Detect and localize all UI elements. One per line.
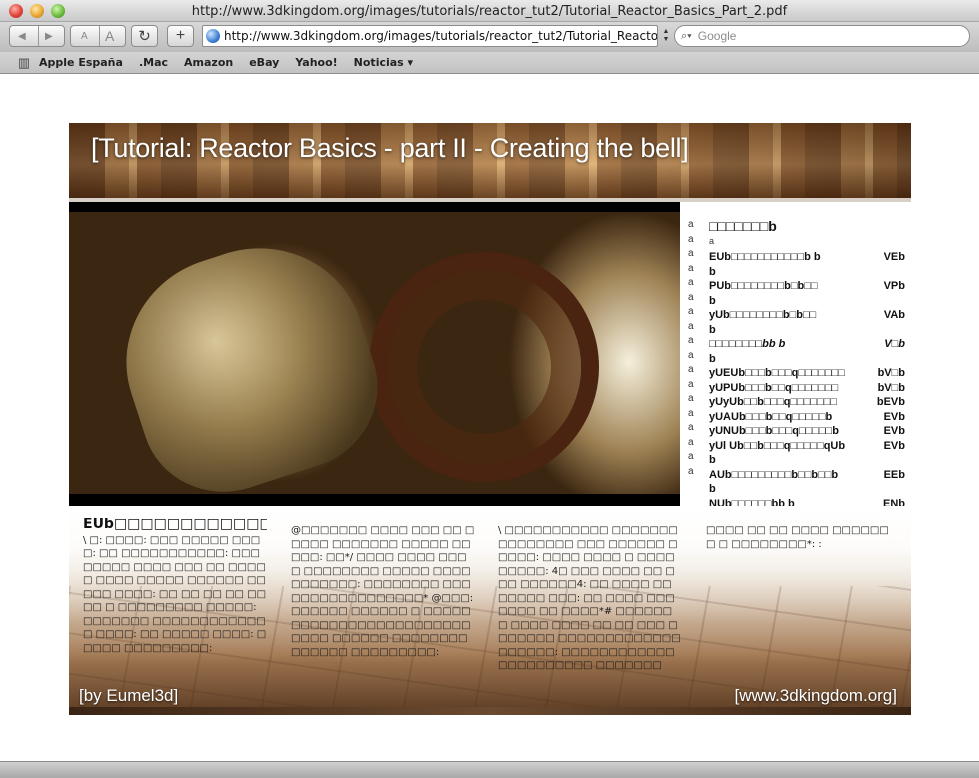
- column-text: @□□□□□□□ □□□□ □□□ □□ □□□□□ □□□□□□□ □□□□□…: [291, 525, 475, 658]
- toc-row[interactable]: □□□□□□□□bb b V□b: [709, 337, 905, 352]
- wheel-shape: [369, 252, 599, 482]
- toc-row[interactable]: yUAUb□□□b□□q□□□□□b EVb: [709, 410, 905, 425]
- column-text: \ □□□□□□□□□□□ □□□□□□□□□□□□□□□ □□□ □□□□□□…: [498, 525, 681, 671]
- text-column-3: \ □□□□□□□□□□□ □□□□□□□□□□□□□□□ □□□ □□□□□□…: [498, 524, 682, 673]
- add-bookmark-button[interactable]: +: [167, 25, 194, 47]
- address-input[interactable]: http://www.3dkingdom.org/images/tutorial…: [224, 29, 657, 43]
- toc-row[interactable]: yUb□□□□□□□□b□b□□ VAb: [709, 308, 905, 323]
- search-field[interactable]: ⌕▾ Google: [674, 25, 970, 47]
- toc-row[interactable]: yUyUb□□b□□□q□□□□□□□ bEVb: [709, 395, 905, 410]
- table-of-contents: a a a a a a a a a a a a a a a a a a □□□□…: [680, 202, 911, 510]
- window-titlebar: http://www.3dkingdom.org/images/tutorial…: [0, 0, 979, 22]
- bookmark-yahoo[interactable]: Yahoo!: [295, 56, 337, 69]
- toc-row[interactable]: b: [709, 482, 905, 497]
- toc-row[interactable]: b: [709, 453, 905, 468]
- toc-row[interactable]: b: [709, 265, 905, 280]
- toc-row[interactable]: yUEUb□□□b□□□q□□□□□□□ bV□b: [709, 366, 905, 381]
- toc-row[interactable]: AUb□□□□□□□□□b□□b□□b EEb: [709, 468, 905, 483]
- back-button[interactable]: ◀: [18, 31, 26, 42]
- search-icon[interactable]: ⌕▾: [681, 30, 692, 43]
- bookmark-noticias-menu[interactable]: Noticias ▾: [354, 56, 413, 69]
- forward-button[interactable]: ▶: [45, 31, 53, 42]
- column-text: □□□□ □□ □□ □□□□ □□□□□□□ □ □□□□□□□□*: :: [706, 525, 889, 550]
- toc-list: EUb□□□□□□□□□□□b b VEb b PUb□□□□□□□□b□b□□ V…: [709, 250, 905, 511]
- column-text: \ □: □□□□: □□□ □□□□□ □□□□: □□ □□□□□□□□□□…: [83, 534, 267, 654]
- toc-row[interactable]: b: [709, 323, 905, 338]
- address-dropdown-icon[interactable]: ▲ ▼: [661, 28, 671, 44]
- text-column-2: @□□□□□□□ □□□□ □□□ □□ □□□□□ □□□□□□□ □□□□□…: [291, 524, 475, 659]
- bookmarks-bar: ▥ Apple España .Mac Amazon eBay Yahoo! N…: [0, 52, 979, 74]
- section-heading: EUb□□□□□□□□□□□□b: [83, 518, 267, 532]
- toc-row[interactable]: PUb□□□□□□□□b□b□□ VPb: [709, 279, 905, 294]
- window-title: http://www.3dkingdom.org/images/tutorial…: [191, 4, 788, 19]
- browser-toolbar: ◀ ▶ A A ↻ + http://www.3dkingdom.org/ima…: [0, 22, 979, 52]
- text-bigger-button[interactable]: A: [105, 28, 114, 44]
- pdf-page: [Tutorial: Reactor Basics - part II - Cr…: [69, 123, 911, 715]
- bell-render-image: [69, 202, 680, 514]
- bookmarks-book-icon[interactable]: ▥: [9, 55, 39, 71]
- toc-row[interactable]: b: [709, 352, 905, 367]
- body-section: EUb□□□□□□□□□□□□b \ □: □□□□: □□□ □□□□□ □□…: [69, 506, 911, 715]
- reload-button[interactable]: ↻: [131, 25, 158, 47]
- text-column-4: □□□□ □□ □□ □□□□ □□□□□□□ □ □□□□□□□□*: :: [706, 524, 890, 551]
- toc-sub: a: [709, 236, 715, 246]
- bookmark-apple-espana[interactable]: Apple España: [39, 56, 123, 69]
- globe-icon: [206, 29, 220, 43]
- text-smaller-button[interactable]: A: [81, 31, 88, 42]
- address-bar[interactable]: http://www.3dkingdom.org/images/tutorial…: [202, 25, 658, 47]
- author-credit: [by Eumel3d]: [79, 686, 179, 705]
- toc-row[interactable]: b: [709, 294, 905, 309]
- bookmark-amazon[interactable]: Amazon: [184, 56, 233, 69]
- toc-row[interactable]: EUb□□□□□□□□□□□b b VEb: [709, 250, 905, 265]
- tutorial-title: [Tutorial: Reactor Basics - part II - Cr…: [91, 133, 689, 163]
- toc-row[interactable]: yUl Ub□□b□□□q□□□□□qUb EVb: [709, 439, 905, 454]
- text-size-control: A A: [70, 25, 126, 47]
- toc-heading: □□□□□□□b: [709, 218, 777, 234]
- search-placeholder[interactable]: Google: [698, 29, 737, 43]
- window-bottom-bar: [0, 761, 979, 778]
- text-column-1: EUb□□□□□□□□□□□□b \ □: □□□□: □□□ □□□□□ □□…: [83, 518, 267, 655]
- bell-shape: [99, 220, 399, 514]
- toc-row[interactable]: yUNUb□□□b□□□q□□□□□b EVb: [709, 424, 905, 439]
- website-credit: [www.3dkingdom.org]: [734, 686, 897, 705]
- bookmark-mac[interactable]: .Mac: [139, 56, 168, 69]
- toc-markers: a a a a a a a a a a a a a a a a a a: [688, 219, 694, 477]
- toc-row[interactable]: yUPUb□□□b□□q□□□□□□□ bV□b: [709, 381, 905, 396]
- bookmark-ebay[interactable]: eBay: [249, 56, 279, 69]
- back-forward-control: ◀ ▶: [9, 25, 65, 47]
